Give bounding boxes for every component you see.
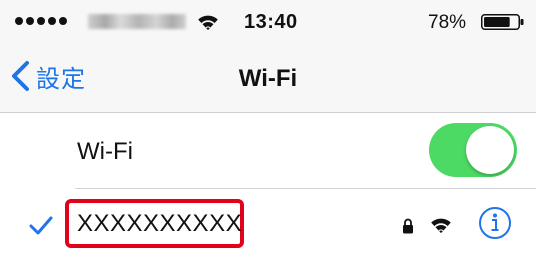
wifi-row-label: Wi-Fi [77, 138, 133, 165]
page-title: Wi-Fi [238, 65, 298, 92]
status-bar: 13:40 78% [0, 0, 536, 44]
lock-icon [403, 218, 413, 234]
signal-strength-icon [15, 17, 67, 25]
header: 13:40 78% 設定 Wi-Fi [0, 0, 536, 113]
carrier-name-blurred [88, 14, 186, 29]
wifi-status-icon [198, 15, 218, 30]
info-icon[interactable] [478, 206, 512, 240]
navigation-bar: 設定 Wi-Fi [0, 44, 536, 112]
wifi-strength-icon [431, 218, 451, 233]
network-name: XXXXXXXXXX [77, 210, 243, 237]
settings-screen: 13:40 78% 設定 Wi-Fi Wi-Fi XXXXXXXXXX [0, 0, 536, 258]
battery-percentage: 78% [428, 12, 467, 33]
battery-icon [481, 14, 524, 30]
toggle-knob [466, 126, 514, 174]
status-time: 13:40 [244, 11, 298, 33]
wifi-toggle-switch[interactable] [429, 123, 517, 177]
checkmark-icon [29, 216, 53, 235]
